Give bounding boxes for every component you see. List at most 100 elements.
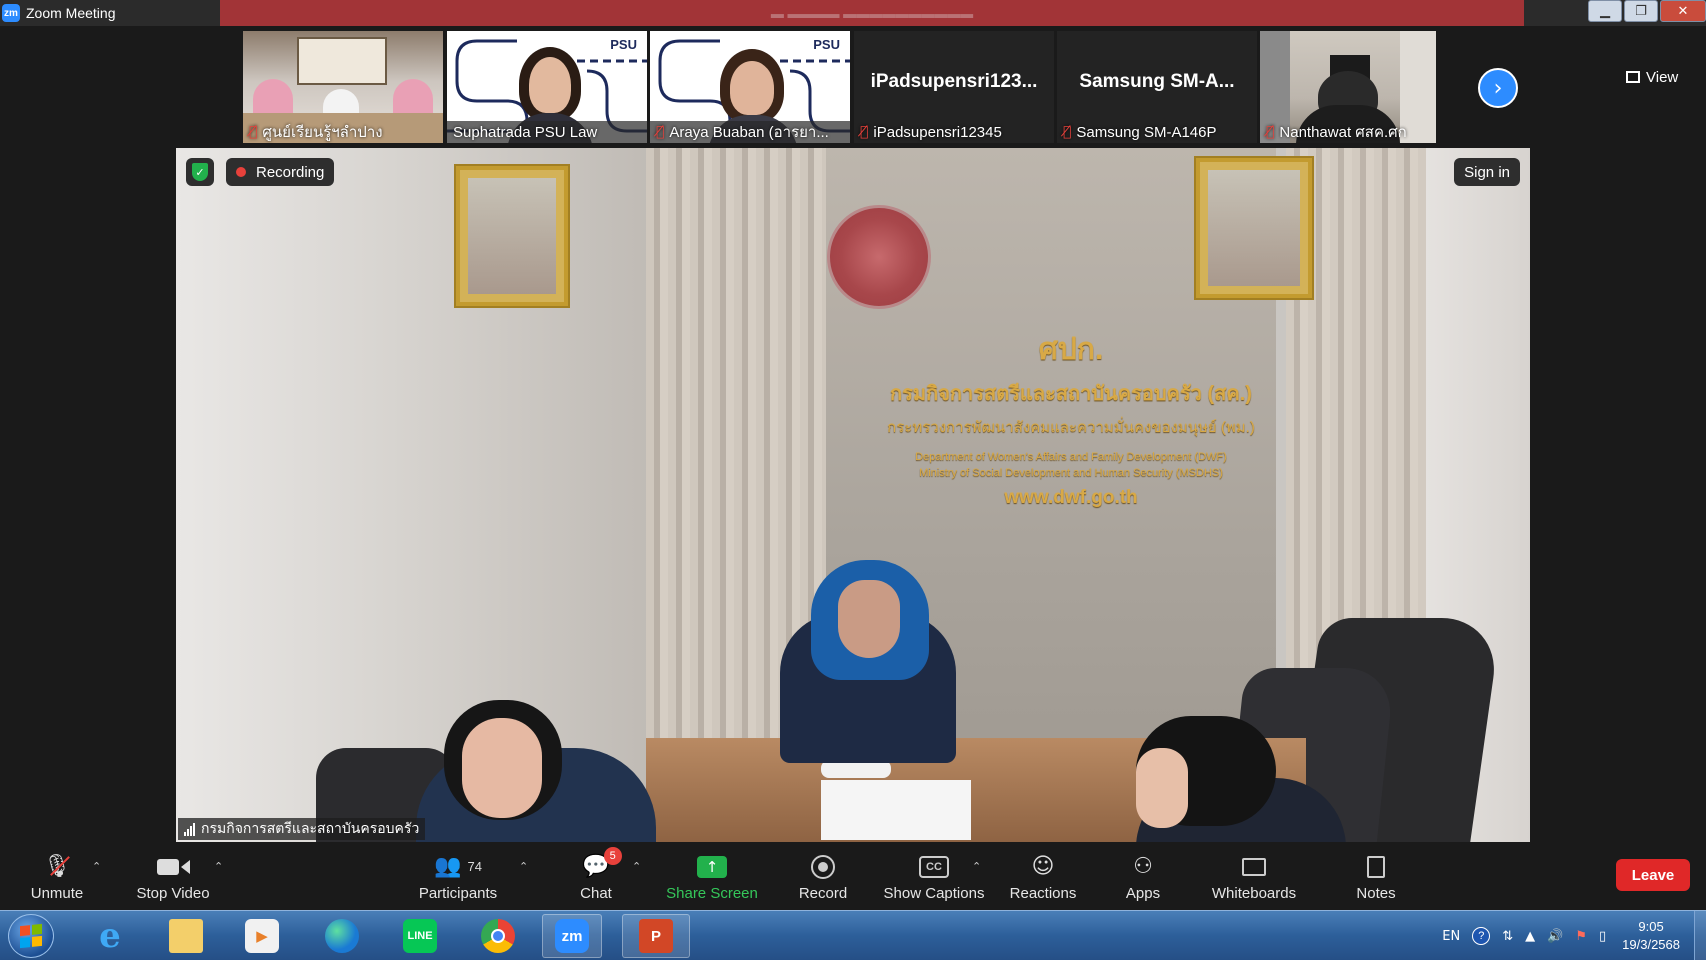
notes-icon [1367,851,1385,883]
encryption-shield-icon[interactable]: ✓ [186,158,214,186]
participant-name: 🎙̸ ศูนย์เรียนรู้ฯลำปาง [249,124,383,141]
view-grid-icon [1626,71,1640,83]
clock-time: 9:05 [1638,919,1664,934]
unmute-button[interactable]: 🎙 Unmute [24,842,90,910]
participant-thumbnail-strip: 🎙̸ ศูนย์เรียนรู้ฯลำปาง PSU Suphatrada PSU… [0,26,1706,146]
windows-logo-icon [20,923,42,949]
apps-icon: ⚇ [1133,854,1153,879]
whiteboards-button[interactable]: Whiteboards [1210,842,1298,910]
sign-line: ศปก. [1038,333,1104,366]
apps-button[interactable]: ⚇ Apps [1124,842,1162,910]
participant-name: 🎙̸ iPadsupensri12345 [860,123,1002,141]
mic-muted-icon: 🎙̸ [1266,124,1275,140]
system-tray: EN ? ⇅ ▲ 🔊 ⚑ ▯ 9:05 19/3/2568 [1442,911,1706,960]
show-captions-button[interactable]: CC Show Captions [882,842,986,910]
whiteboard-icon [1242,851,1266,883]
powerpoint-taskbar-button[interactable]: P [622,914,690,958]
participant-thumbnail[interactable]: 🎙̸ ศูนย์เรียนรู้ฯลำปาง [243,31,443,143]
participant-display-name: iPadsupensri123... [870,71,1038,92]
action-center-flag-icon[interactable]: ⚑ [1575,929,1587,944]
stop-video-button[interactable]: Stop Video [130,842,216,910]
language-indicator[interactable]: EN [1442,929,1460,944]
media-player-icon: ▶ [245,919,279,953]
sign-line: Ministry of Social Development and Human… [919,467,1223,479]
department-emblem [827,205,931,309]
windows-taskbar: e ▶ LINE zm P EN ? ⇅ ▲ 🔊 ⚑ ▯ 9:05 19/3/2… [0,910,1706,960]
sign-in-button[interactable]: Sign in [1454,158,1520,186]
sign-line: Department of Women's Affairs and Family… [915,451,1227,463]
participant-name: Suphatrada PSU Law [447,121,647,143]
audio-options-chevron-icon[interactable]: ⌃ [92,860,101,873]
record-button[interactable]: Record [796,842,850,910]
mic-muted-icon: 🎙̸ [656,124,665,140]
chrome-taskbar-button[interactable] [468,914,528,958]
video-options-chevron-icon[interactable]: ⌃ [214,860,223,873]
leave-button[interactable]: Leave [1616,859,1690,891]
share-screen-icon: ↑ [697,851,727,883]
chat-options-chevron-icon[interactable]: ⌃ [632,860,641,873]
zoom-app-icon: zm [2,4,20,22]
share-screen-button[interactable]: ↑ Share Screen [666,842,758,910]
notes-button[interactable]: Notes [1354,842,1398,910]
network-icon[interactable]: ⇅ [1502,929,1513,944]
view-button[interactable]: View [1626,64,1678,90]
participants-button[interactable]: 👥 74 Participants [416,842,500,910]
participant-thumbnail[interactable]: PSU Suphatrada PSU Law [447,31,647,143]
background-window-strip: ▬ ▬▬▬▬ ▬▬▬▬▬▬▬▬▬▬ [220,0,1524,26]
wall-sign: ศปก. กรมกิจการสตรีและสถาบันครอบครัว (สค.… [836,326,1306,509]
sign-line: กรมกิจการสตรีและสถาบันครอบครัว (สค.) [890,383,1252,405]
line-icon: LINE [403,919,437,953]
participant-thumbnail[interactable]: 🎙̸ Nanthawat ศสค.ศก [1260,31,1436,143]
captions-options-chevron-icon[interactable]: ⌃ [972,860,981,873]
clock-date: 19/3/2568 [1622,937,1680,952]
royal-portrait-left [456,166,568,306]
start-button[interactable] [8,914,54,958]
help-icon[interactable]: ? [1472,927,1491,945]
participant-thumbnail[interactable]: iPadsupensri123... 🎙̸ iPadsupensri12345 [854,31,1054,143]
reactions-button[interactable]: ☺ Reactions [1008,842,1078,910]
record-icon [811,851,835,883]
chat-button[interactable]: 💬 5 Chat [570,842,622,910]
mic-muted-icon: 🎙̸ [1063,124,1072,140]
royal-portrait-right [1196,158,1312,298]
meeting-toolbar: 🎙 Unmute ⌃ Stop Video ⌃ 👥74 Participants… [0,842,1706,910]
participant-name: 🎙̸ Samsung SM-A146P [1063,123,1217,141]
restore-button[interactable]: ❐ [1624,0,1658,22]
edge-taskbar-button[interactable] [312,914,372,958]
volume-icon[interactable]: 🔊 [1547,929,1563,944]
participant-thumbnail[interactable]: PSU 🎙̸ Araya Buaban (อารยา... [650,31,850,143]
active-speaker-video[interactable]: ศปก. กรมกิจการสตรีและสถาบันครอบครัว (สค.… [176,148,1530,842]
participant-name: 🎙̸ Nanthawat ศสค.ศก [1266,124,1407,141]
system-clock[interactable]: 9:05 19/3/2568 [1622,918,1680,954]
minimize-button[interactable]: ▁ [1588,0,1622,22]
show-hidden-icons-chevron-icon[interactable]: ▲ [1525,929,1535,944]
close-button[interactable]: ✕ [1660,0,1706,22]
media-player-taskbar-button[interactable]: ▶ [232,914,292,958]
edge-icon [325,919,359,953]
power-icon[interactable]: ▯ [1599,929,1606,944]
sign-line: กระทรวงการพัฒนาสังคมและความมั่นคงของมนุษ… [887,419,1255,436]
mic-muted-icon: 🎙̸ [860,124,869,140]
chrome-icon [481,919,515,953]
folder-icon [169,919,203,953]
internet-explorer-icon: e [99,916,121,956]
internet-explorer-taskbar-button[interactable]: e [80,914,140,958]
participant-thumbnail[interactable]: Samsung SM-A... 🎙̸ Samsung SM-A146P [1057,31,1257,143]
video-camera-icon [156,851,190,883]
participants-count: 74 [467,859,482,874]
zoom-meeting-window: zm Zoom Meeting ▬ ▬▬▬▬ ▬▬▬▬▬▬▬▬▬▬ ▁ ❐ ✕ … [0,0,1706,960]
line-taskbar-button[interactable]: LINE [390,914,450,958]
psu-logo: PSU [610,37,637,52]
closed-captions-icon: CC [919,851,949,883]
participants-options-chevron-icon[interactable]: ⌃ [519,860,528,873]
window-title: Zoom Meeting [26,5,116,21]
zoom-icon: zm [555,919,589,953]
file-explorer-taskbar-button[interactable] [156,914,216,958]
powerpoint-icon: P [639,919,673,953]
next-page-chevron-icon[interactable]: › [1478,68,1518,108]
zoom-taskbar-button[interactable]: zm [542,914,602,958]
show-desktop-button[interactable] [1694,911,1706,960]
recording-indicator[interactable]: Recording [226,158,335,186]
participant-display-name: Samsung SM-A... [1079,71,1235,92]
desk-nameplate [821,780,971,840]
